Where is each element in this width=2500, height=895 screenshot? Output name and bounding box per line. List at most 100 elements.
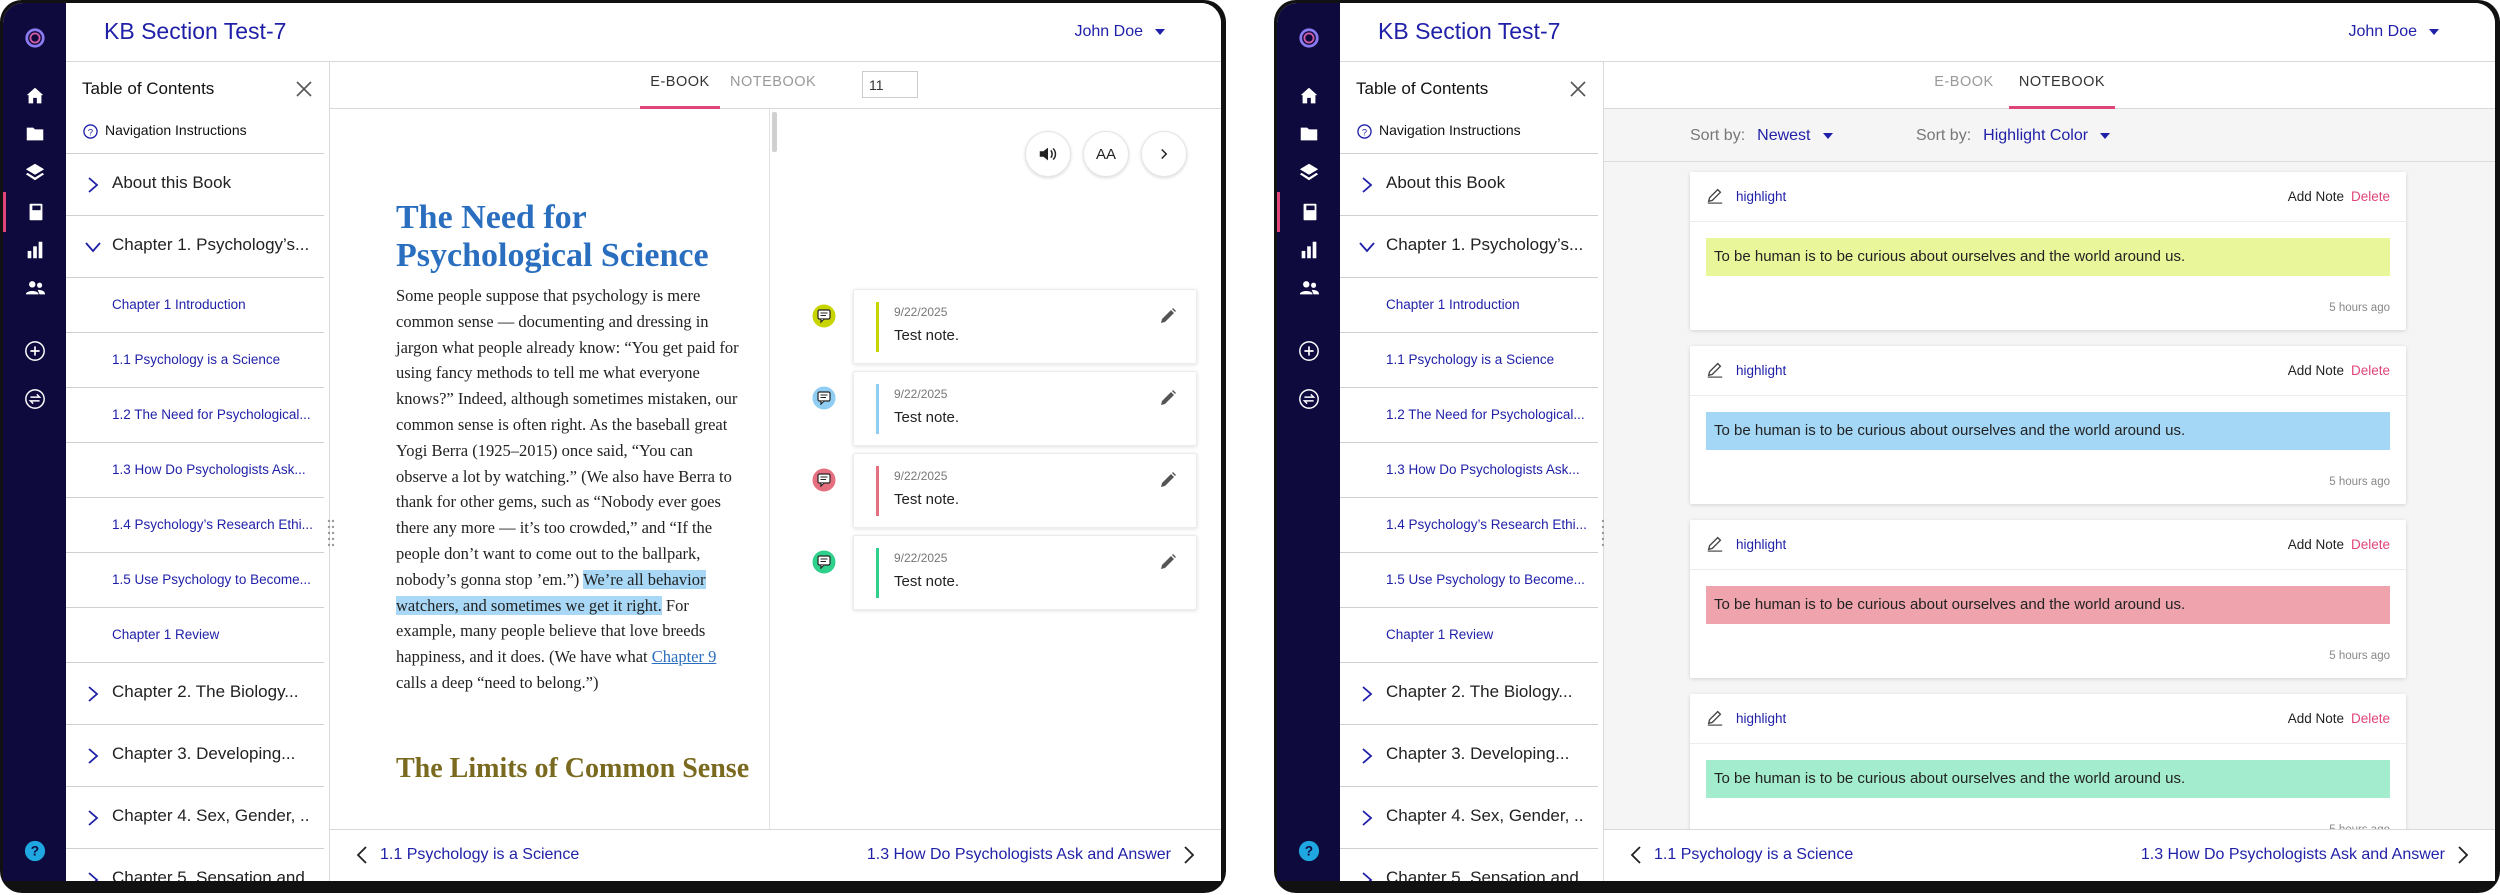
- toc-item-chapter-1-review[interactable]: Chapter 1 Review: [1340, 608, 1598, 663]
- home-icon[interactable]: [3, 76, 66, 116]
- user-menu[interactable]: John Doe: [2349, 23, 2439, 41]
- tab-ebook[interactable]: E-BOOK: [640, 74, 720, 109]
- next-page-button[interactable]: [1141, 131, 1187, 177]
- toc-item-1-5-use-psychology-to-become[interactable]: 1.5 Use Psychology to Become...: [1340, 553, 1598, 608]
- next-section-link[interactable]: 1.3 How Do Psychologists Ask and Answer: [867, 845, 1195, 865]
- toc-item-1-2-the-need-for-psychological[interactable]: 1.2 The Need for Psychological...: [1340, 388, 1598, 443]
- tab-notebook[interactable]: NOTEBOOK: [730, 74, 816, 109]
- user-menu[interactable]: John Doe: [1075, 23, 1165, 41]
- toc-item-1-3-how-do-psychologists-ask[interactable]: 1.3 How Do Psychologists Ask...: [66, 443, 324, 498]
- edit-note-button[interactable]: [1158, 552, 1178, 572]
- toc-item-chapter-1-psychology-s[interactable]: Chapter 1. Psychology’s...: [66, 216, 324, 278]
- toc-item-chapter-3-developing[interactable]: Chapter 3. Developing...: [66, 725, 324, 787]
- add-note-button[interactable]: Add Note: [2288, 189, 2344, 204]
- highlight-card: highlight Add Note Delete To be human is to…: [1690, 172, 2406, 330]
- chapter-link[interactable]: Chapter 9: [652, 647, 717, 666]
- close-icon[interactable]: [295, 80, 313, 98]
- note-text: Test note.: [894, 491, 960, 508]
- toc-item-about-this-book[interactable]: About this Book: [66, 154, 324, 216]
- page-number-input[interactable]: [862, 71, 918, 98]
- tab-ebook[interactable]: E-BOOK: [1924, 74, 2004, 109]
- edit-note-button[interactable]: [1158, 470, 1178, 490]
- toc-item-1-4-psychology-s-research-ethi[interactable]: 1.4 Psychology’s Research Ethi...: [66, 498, 324, 553]
- book-icon[interactable]: [1277, 192, 1340, 232]
- toc-item-1-1-psychology-is-a-science[interactable]: 1.1 Psychology is a Science: [66, 333, 324, 388]
- highlight-quote[interactable]: To be human is to be curious about ourse…: [1706, 586, 2390, 624]
- bar-chart-icon[interactable]: [3, 230, 66, 270]
- note-badge-icon[interactable]: [811, 385, 837, 411]
- toc-item-chapter-2-the-biology[interactable]: Chapter 2. The Biology...: [1340, 663, 1598, 725]
- toc-item-chapter-3-developing[interactable]: Chapter 3. Developing...: [1340, 725, 1598, 787]
- edit-note-button[interactable]: [1158, 306, 1178, 326]
- logo-icon[interactable]: [1277, 18, 1340, 58]
- toc-item-chapter-1-review[interactable]: Chapter 1 Review: [66, 608, 324, 663]
- font-size-button[interactable]: AA: [1083, 131, 1129, 177]
- highlight-card-header: highlight Add Note Delete: [1690, 172, 2406, 222]
- layers-icon[interactable]: [3, 152, 66, 192]
- note-badge-icon[interactable]: [811, 549, 837, 575]
- navigation-instructions-link[interactable]: ? Navigation Instructions: [1340, 114, 1598, 154]
- toc-item-1-1-psychology-is-a-science[interactable]: 1.1 Psychology is a Science: [1340, 333, 1598, 388]
- help-icon[interactable]: ?: [3, 831, 66, 871]
- toc-item-1-4-psychology-s-research-ethi[interactable]: 1.4 Psychology’s Research Ethi...: [1340, 498, 1598, 553]
- highlight-quote[interactable]: To be human is to be curious about ourse…: [1706, 238, 2390, 276]
- prev-section-link[interactable]: 1.1 Psychology is a Science: [356, 845, 579, 865]
- add-note-button[interactable]: Add Note: [2288, 363, 2344, 378]
- toc-item-1-2-the-need-for-psychological[interactable]: 1.2 The Need for Psychological...: [66, 388, 324, 443]
- toc-item-about-this-book[interactable]: About this Book: [1340, 154, 1598, 216]
- add-note-button[interactable]: Add Note: [2288, 711, 2344, 726]
- toc-item-chapter-4-sex-gender[interactable]: Chapter 4. Sex, Gender, ..: [66, 787, 324, 849]
- swap-circle-icon[interactable]: [1277, 379, 1340, 419]
- help-icon[interactable]: ?: [1277, 831, 1340, 871]
- toc-item-chapter-2-the-biology[interactable]: Chapter 2. The Biology...: [66, 663, 324, 725]
- home-icon[interactable]: [1277, 76, 1340, 116]
- edit-highlight-button[interactable]: [1706, 186, 1724, 204]
- toc-item-chapter-4-sex-gender[interactable]: Chapter 4. Sex, Gender, ..: [1340, 787, 1598, 849]
- note-card[interactable]: 9/22/2025 Test note.: [853, 453, 1197, 528]
- folder-icon[interactable]: [3, 114, 66, 154]
- notes-panel: AA 9/22/2025 Test note. 9/22/2025 Test note…: [777, 109, 1221, 829]
- toc-item-chapter-1-introduction[interactable]: Chapter 1 Introduction: [1340, 278, 1598, 333]
- toc-item-1-5-use-psychology-to-become[interactable]: 1.5 Use Psychology to Become...: [66, 553, 324, 608]
- note-badge-icon[interactable]: [811, 467, 837, 493]
- logo-icon[interactable]: [3, 18, 66, 58]
- add-circle-icon[interactable]: [3, 331, 66, 371]
- tab-notebook[interactable]: NOTEBOOK: [2009, 74, 2115, 109]
- highlight-quote[interactable]: To be human is to be curious about ourse…: [1706, 412, 2390, 450]
- people-icon[interactable]: [3, 268, 66, 308]
- edit-note-button[interactable]: [1158, 388, 1178, 408]
- navigation-instructions-link[interactable]: ? Navigation Instructions: [66, 114, 324, 154]
- add-circle-icon[interactable]: [1277, 331, 1340, 371]
- audio-button[interactable]: [1025, 131, 1071, 177]
- delete-button[interactable]: Delete: [2351, 189, 2390, 204]
- next-section-link[interactable]: 1.3 How Do Psychologists Ask and Answer: [2141, 845, 2469, 865]
- note-card[interactable]: 9/22/2025 Test note.: [853, 371, 1197, 446]
- edit-highlight-button[interactable]: [1706, 534, 1724, 552]
- note-card[interactable]: 9/22/2025 Test note.: [853, 289, 1197, 364]
- people-icon[interactable]: [1277, 268, 1340, 308]
- toc-item-label: 1.1 Psychology is a Science: [1386, 352, 1555, 367]
- sort-order-dropdown[interactable]: Newest: [1757, 127, 1833, 145]
- delete-button[interactable]: Delete: [2351, 711, 2390, 726]
- layers-icon[interactable]: [1277, 152, 1340, 192]
- close-icon[interactable]: [1569, 80, 1587, 98]
- note-badge-icon[interactable]: [811, 303, 837, 329]
- edit-highlight-button[interactable]: [1706, 708, 1724, 726]
- toc-item-chapter-1-psychology-s[interactable]: Chapter 1. Psychology’s...: [1340, 216, 1598, 278]
- highlight-quote[interactable]: To be human is to be curious about ourse…: [1706, 760, 2390, 798]
- delete-button[interactable]: Delete: [2351, 363, 2390, 378]
- book-icon[interactable]: [3, 192, 66, 232]
- toc-item-1-3-how-do-psychologists-ask[interactable]: 1.3 How Do Psychologists Ask...: [1340, 443, 1598, 498]
- toc-item-chapter-1-introduction[interactable]: Chapter 1 Introduction: [66, 278, 324, 333]
- toc-item-chapter-5-sensation-and[interactable]: Chapter 5. Sensation and: [66, 849, 324, 881]
- toc-item-chapter-5-sensation-and[interactable]: Chapter 5. Sensation and: [1340, 849, 1598, 881]
- bar-chart-icon[interactable]: [1277, 230, 1340, 270]
- sort-color-dropdown[interactable]: Highlight Color: [1983, 127, 2111, 145]
- note-card[interactable]: 9/22/2025 Test note.: [853, 535, 1197, 610]
- folder-icon[interactable]: [1277, 114, 1340, 154]
- swap-circle-icon[interactable]: [3, 379, 66, 419]
- add-note-button[interactable]: Add Note: [2288, 537, 2344, 552]
- prev-section-link[interactable]: 1.1 Psychology is a Science: [1630, 845, 1853, 865]
- edit-highlight-button[interactable]: [1706, 360, 1724, 378]
- delete-button[interactable]: Delete: [2351, 537, 2390, 552]
